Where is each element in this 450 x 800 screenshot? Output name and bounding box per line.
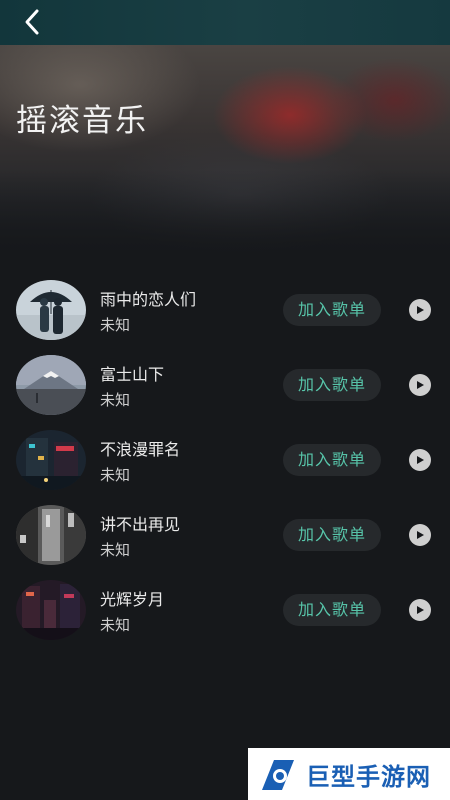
song-title: 光辉岁月	[100, 590, 165, 609]
site-logo-icon	[262, 760, 294, 790]
play-icon	[417, 456, 424, 464]
song-row[interactable]: 富士山下 未知 加入歌单	[0, 347, 450, 422]
play-button[interactable]	[409, 374, 431, 396]
play-icon	[417, 531, 424, 539]
song-row[interactable]: 讲不出再见 未知 加入歌单	[0, 497, 450, 572]
song-artist: 未知	[100, 316, 131, 334]
song-row[interactable]: 不浪漫罪名 未知 加入歌单	[0, 422, 450, 497]
chevron-left-icon	[25, 9, 39, 35]
add-to-playlist-button[interactable]: 加入歌单	[283, 369, 381, 401]
song-cover	[16, 355, 86, 415]
song-row[interactable]: 雨中的恋人们 未知 加入歌单	[0, 272, 450, 347]
song-title: 不浪漫罪名	[100, 440, 181, 459]
hero-banner	[0, 45, 450, 260]
play-button[interactable]	[409, 524, 431, 546]
song-title: 富士山下	[100, 365, 165, 384]
song-title: 雨中的恋人们	[100, 290, 197, 309]
song-cover	[16, 430, 86, 490]
page-title: 摇滚音乐	[16, 103, 148, 139]
song-row[interactable]: 光辉岁月 未知 加入歌单	[0, 572, 450, 647]
song-list: 雨中的恋人们 未知 加入歌单 富士山下 未知 加入歌单 不浪漫罪名 未知 加入歌…	[0, 272, 450, 647]
play-button[interactable]	[409, 449, 431, 471]
song-cover	[16, 505, 86, 565]
play-icon	[417, 306, 424, 314]
song-artist: 未知	[100, 541, 131, 559]
song-artist: 未知	[100, 391, 131, 409]
play-button[interactable]	[409, 599, 431, 621]
add-to-playlist-button[interactable]: 加入歌单	[283, 519, 381, 551]
play-icon	[417, 606, 424, 614]
top-bar	[0, 0, 450, 45]
song-artist: 未知	[100, 466, 131, 484]
song-cover	[16, 280, 86, 340]
watermark: 巨型手游网	[248, 748, 450, 800]
song-title: 讲不出再见	[100, 515, 181, 534]
watermark-text: 巨型手游网	[306, 762, 431, 791]
play-button[interactable]	[409, 299, 431, 321]
play-icon	[417, 381, 424, 389]
song-artist: 未知	[100, 616, 131, 634]
back-button[interactable]	[14, 6, 50, 38]
song-cover	[16, 580, 86, 640]
add-to-playlist-button[interactable]: 加入歌单	[283, 444, 381, 476]
add-to-playlist-button[interactable]: 加入歌单	[283, 594, 381, 626]
add-to-playlist-button[interactable]: 加入歌单	[283, 294, 381, 326]
